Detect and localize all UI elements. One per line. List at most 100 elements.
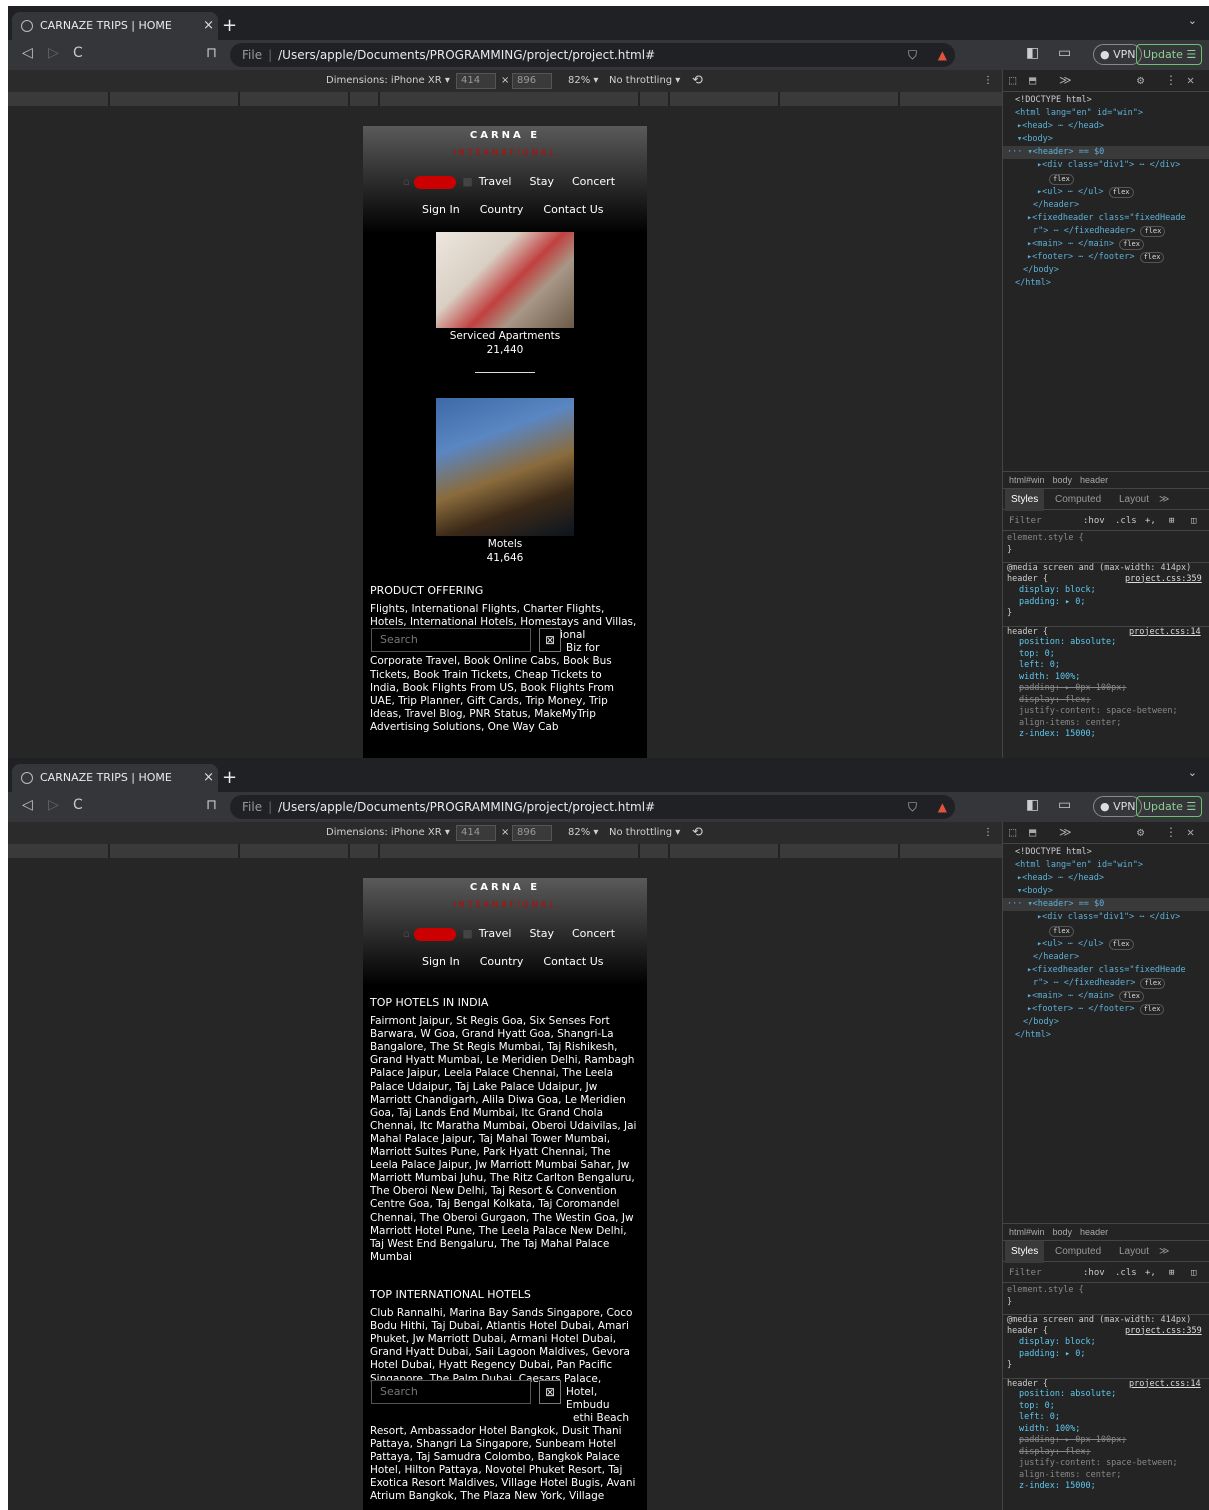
css-line[interactable]: align-items: center; (1003, 718, 1209, 730)
dom-line-selected[interactable]: ··· ▾<header> == $0 (1003, 898, 1209, 912)
flex-badge[interactable]: flex (1108, 938, 1134, 950)
wallet-icon[interactable]: ▭ (1058, 797, 1071, 813)
zoom-dropdown[interactable]: 82% ▾ (568, 822, 598, 844)
nav-country[interactable]: Country (480, 955, 524, 968)
inspect-icon[interactable]: ⬚ (1009, 825, 1016, 839)
filter-input[interactable]: Filter (1009, 1263, 1042, 1283)
css-line[interactable]: padding: ▸ 0; (1003, 597, 1209, 609)
settings-icon[interactable]: ⚙ (1137, 825, 1144, 839)
customize-icon[interactable]: ⋮ (1165, 825, 1177, 839)
css-source-link[interactable]: project.css:14 (1129, 1379, 1201, 1391)
dom-line[interactable]: </body> (1003, 1016, 1209, 1029)
inspect-icon[interactable]: ⬚ (1009, 73, 1016, 87)
dom-line[interactable]: ▸<ul> ⋯ </ul> flex (1003, 186, 1209, 199)
width-input[interactable]: 414 (456, 73, 496, 89)
more-panels-icon[interactable]: ≫ (1059, 825, 1072, 839)
more-options-icon[interactable]: ⋮ (983, 822, 993, 844)
close-tab-icon[interactable]: × (203, 12, 214, 40)
crumb-body[interactable]: body (1053, 475, 1073, 485)
wallet-icon[interactable]: ▭ (1058, 45, 1071, 61)
css-line[interactable]: justify-content: space-between; (1003, 706, 1209, 718)
dom-line[interactable]: ▸<fixedheader class="fixedHeade (1003, 212, 1209, 225)
forward-icon[interactable]: ▷ (48, 797, 59, 813)
dom-line[interactable]: <!DOCTYPE html> (1003, 94, 1209, 107)
close-tab-icon[interactable]: × (203, 764, 214, 792)
brave-rewards-icon[interactable]: ▲ (938, 795, 947, 819)
css-source-link[interactable]: project.css:359 (1125, 574, 1202, 586)
reload-icon[interactable]: C (73, 797, 83, 813)
css-line[interactable]: left: 0; (1003, 660, 1209, 672)
paint-icon[interactable]: ⊞ (1169, 511, 1174, 531)
tab-styles[interactable]: Styles (1005, 489, 1045, 511)
css-line[interactable]: padding: ▸ 0px 100px; (1003, 1435, 1209, 1447)
css-line[interactable]: justify-content: space-between; (1003, 1458, 1209, 1470)
dom-line[interactable]: ▾<body> (1003, 133, 1209, 146)
height-input[interactable]: 896 (512, 825, 552, 841)
dom-line[interactable]: <!DOCTYPE html> (1003, 846, 1209, 859)
tab-carnaze-home[interactable]: CARNAZE TRIPS | HOME × (12, 12, 218, 40)
css-line[interactable]: z-index: 15000; (1003, 1481, 1209, 1493)
site-logo[interactable]: CARNA E (363, 882, 647, 893)
sidebar-toggle-icon[interactable]: ◫ (1191, 511, 1196, 531)
dom-line[interactable]: ▸<fixedheader class="fixedHeade (1003, 964, 1209, 977)
dom-line[interactable]: ▸<head> ⋯ </head> (1003, 120, 1209, 133)
flex-badge[interactable]: flex (1108, 186, 1134, 198)
dom-line[interactable]: r"> ⋯ </fixedheader> flex (1003, 225, 1209, 238)
flex-badge[interactable]: flex (1049, 173, 1074, 185)
dom-line[interactable]: ▸<head> ⋯ </head> (1003, 872, 1209, 885)
cls-toggle[interactable]: .cls (1115, 1263, 1137, 1283)
height-input[interactable]: 896 (512, 73, 552, 89)
media-query-bar[interactable] (8, 844, 1002, 858)
css-line[interactable]: width: 100%; (1003, 672, 1209, 684)
search-input[interactable]: Search (371, 1380, 531, 1404)
css-line[interactable]: display: block; (1003, 1337, 1209, 1349)
dom-line[interactable]: ▸<main> ⋯ </main> flex (1003, 238, 1209, 251)
address-bar[interactable]: File |/Users/apple/Documents/PROGRAMMING/… (230, 795, 955, 819)
tab-more[interactable]: ≫ (1159, 489, 1169, 511)
css-line[interactable]: left: 0; (1003, 1412, 1209, 1424)
brave-shield-icon[interactable]: ⛉ (908, 43, 917, 67)
dom-line[interactable]: <html lang="en" id="win"> (1003, 859, 1209, 872)
new-rule-icon[interactable]: +, (1145, 511, 1156, 531)
forward-icon[interactable]: ▷ (48, 45, 59, 61)
customize-icon[interactable]: ⋮ (1165, 73, 1177, 87)
nav-home[interactable]: HOME (413, 176, 457, 189)
bookmark-icon[interactable]: ⊓ (206, 797, 217, 813)
css-line[interactable]: z-index: 15000; (1003, 729, 1209, 741)
brave-shield-icon[interactable]: ⛉ (908, 795, 917, 819)
nav-contact-us[interactable]: Contact Us (543, 203, 603, 216)
hov-toggle[interactable]: :hov (1083, 1263, 1105, 1283)
device-toggle-icon[interactable]: ⬒ (1029, 825, 1036, 839)
css-line[interactable]: padding: ▸ 0px 100px; (1003, 683, 1209, 695)
css-source-link[interactable]: project.css:359 (1125, 1326, 1202, 1338)
dom-line[interactable]: ▸<main> ⋯ </main> flex (1003, 990, 1209, 1003)
tab-more[interactable]: ≫ (1159, 1241, 1169, 1263)
dom-line[interactable]: <html lang="en" id="win"> (1003, 107, 1209, 120)
back-icon[interactable]: ◁ (22, 45, 33, 61)
tab-computed[interactable]: Computed (1055, 489, 1101, 511)
close-devtools-icon[interactable]: ✕ (1187, 825, 1194, 839)
nav-country[interactable]: Country (480, 203, 524, 216)
sidebar-toggle-icon[interactable]: ◫ (1191, 1263, 1196, 1283)
css-source-link[interactable]: project.css:14 (1129, 627, 1201, 639)
media-query-bar[interactable] (8, 92, 1002, 106)
tab-computed[interactable]: Computed (1055, 1241, 1101, 1263)
dom-line[interactable]: </header> (1003, 199, 1209, 212)
nav-travel[interactable]: Travel (479, 175, 512, 188)
device-dropdown[interactable]: Dimensions: iPhone XR ▾ (326, 822, 450, 844)
zoom-dropdown[interactable]: 82% ▾ (568, 70, 598, 92)
brave-rewards-icon[interactable]: ▲ (938, 43, 947, 67)
sidebar-icon[interactable]: ◧ (1026, 797, 1039, 813)
hov-toggle[interactable]: :hov (1083, 511, 1105, 531)
update-button[interactable]: Update ☰ (1136, 796, 1202, 817)
settings-icon[interactable]: ⚙ (1137, 73, 1144, 87)
css-line[interactable]: display: flex; (1003, 695, 1209, 707)
back-icon[interactable]: ◁ (22, 797, 33, 813)
home-icon[interactable]: ⌂ (403, 175, 410, 188)
nav-sign-in[interactable]: Sign In (422, 203, 460, 216)
css-line[interactable]: padding: ▸ 0; (1003, 1349, 1209, 1361)
new-rule-icon[interactable]: +, (1145, 1263, 1156, 1283)
dom-line[interactable]: ▸<div class="div1"> ⋯ </div> (1003, 159, 1209, 172)
stay-card-serviced-apartments[interactable]: Serviced Apartments 21,440 (436, 230, 574, 356)
dom-line[interactable]: ▸<div class="div1"> ⋯ </div> (1003, 911, 1209, 924)
